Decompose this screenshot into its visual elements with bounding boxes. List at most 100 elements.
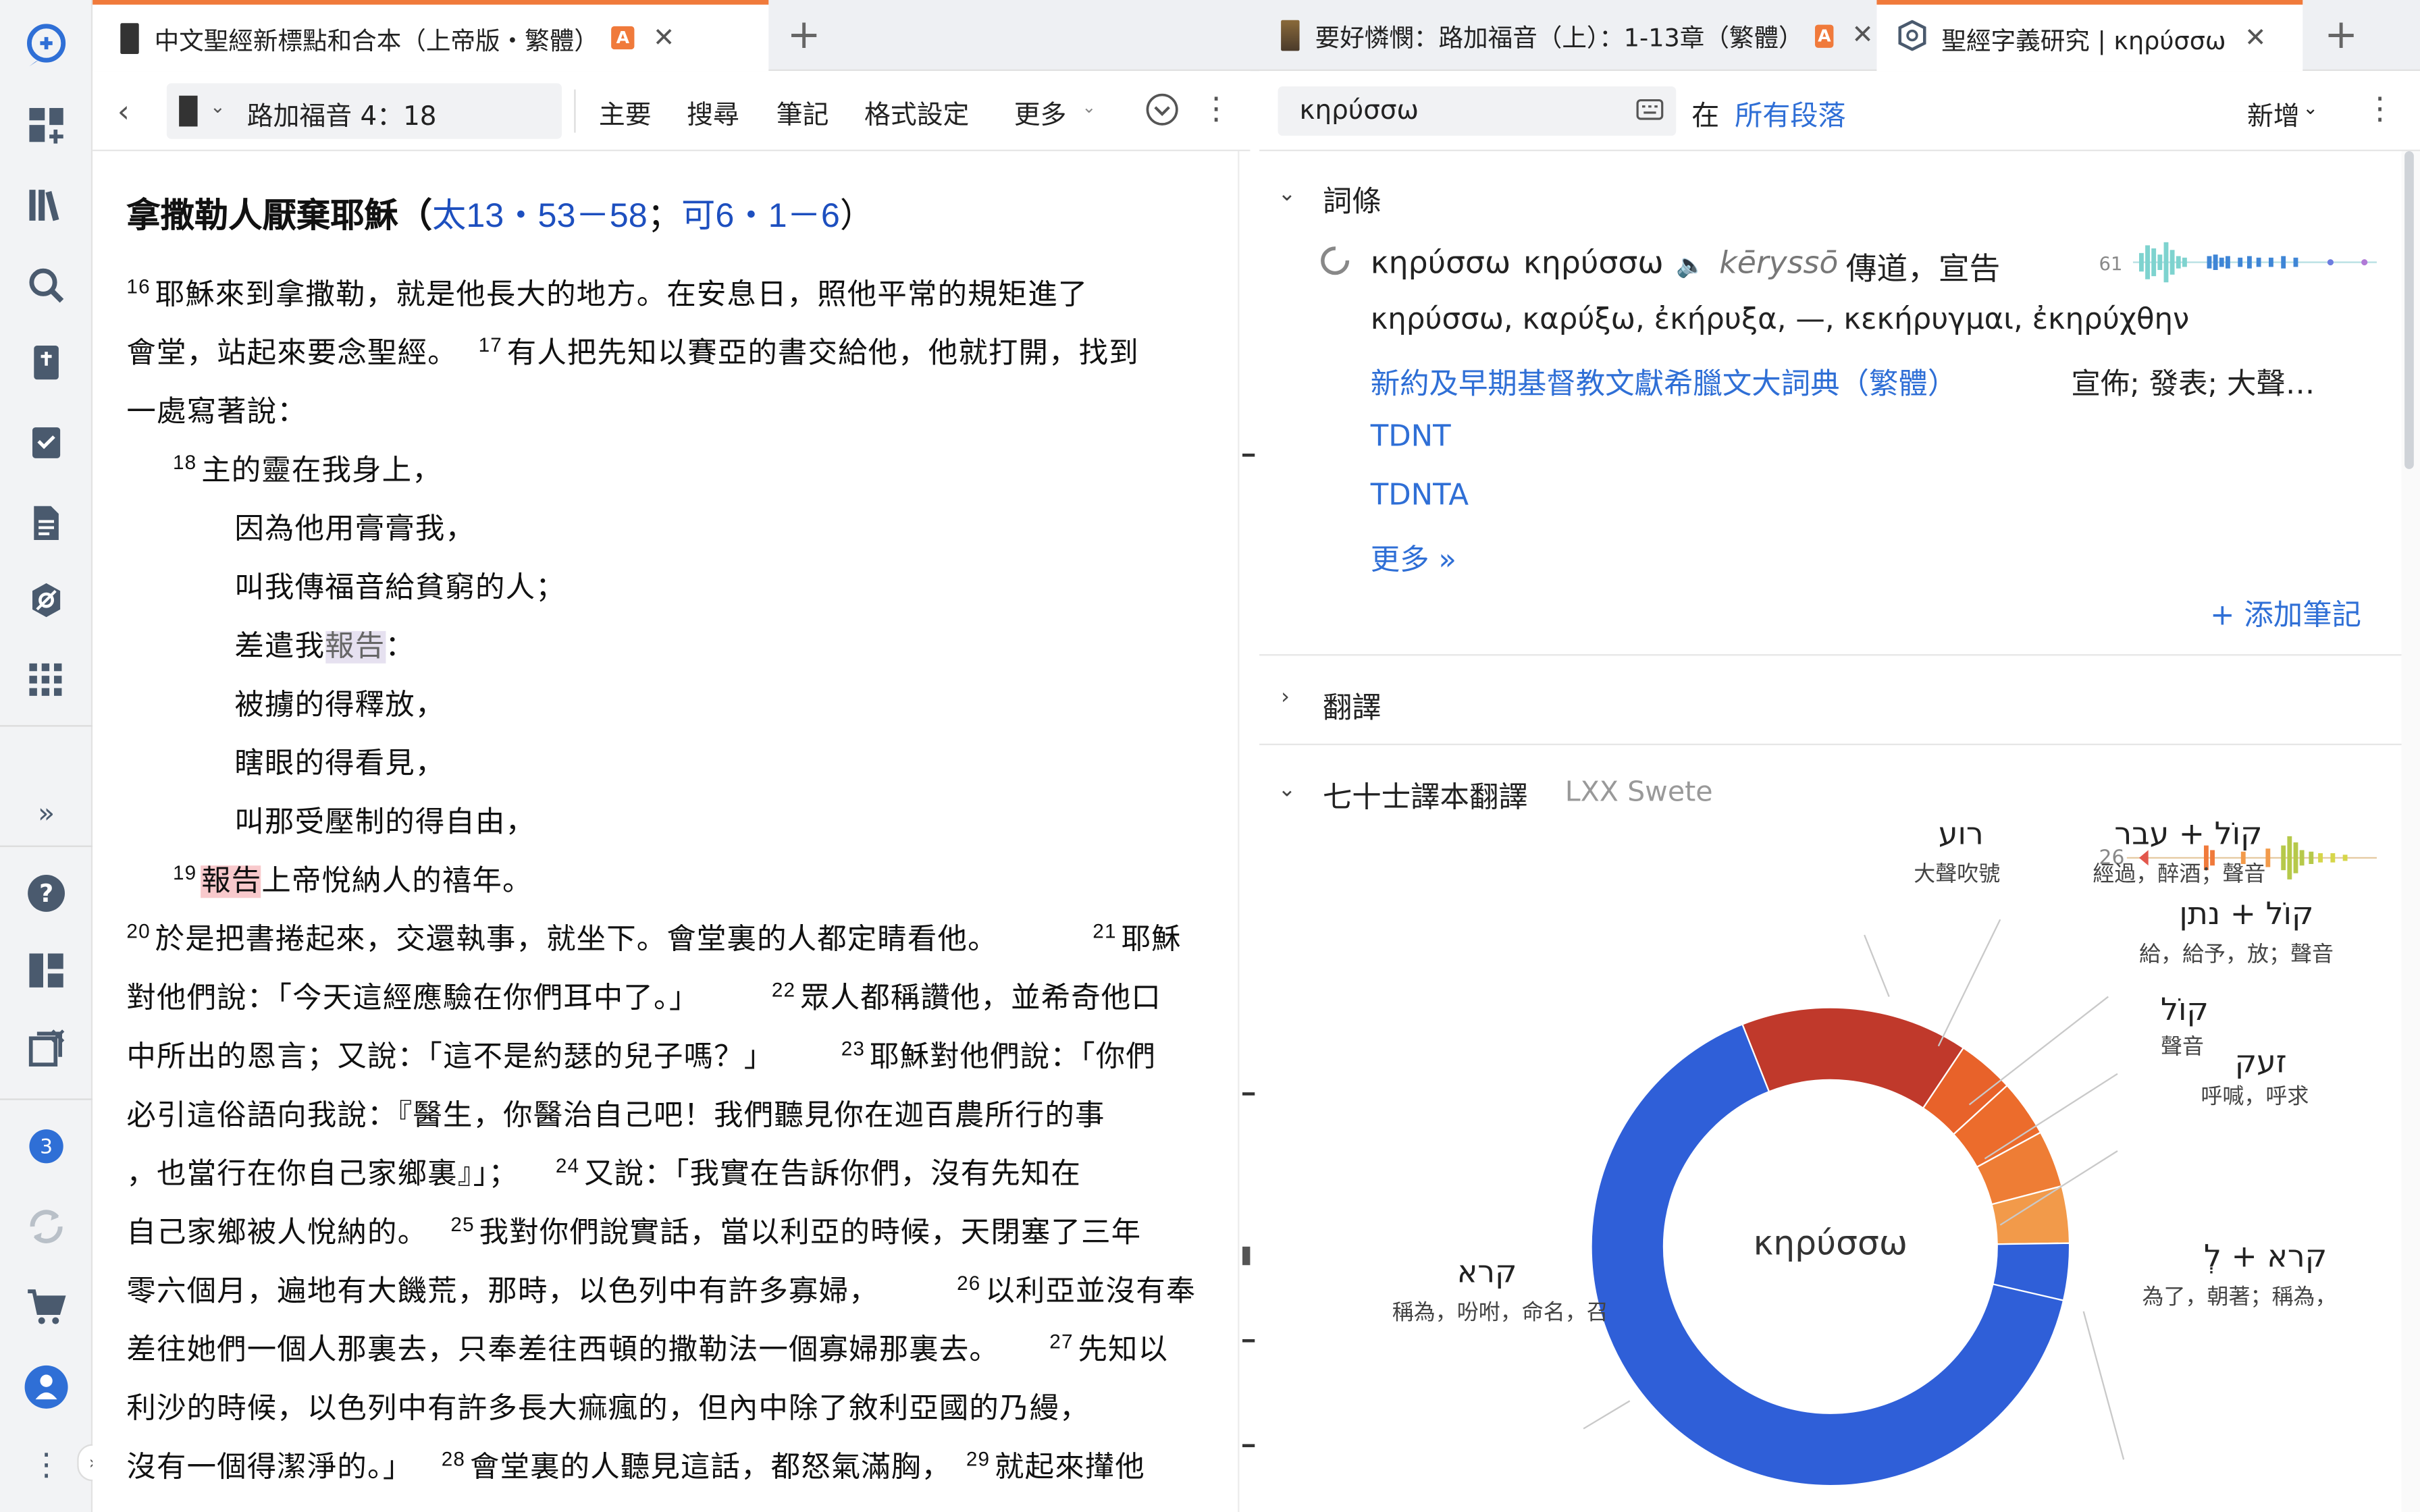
verse-24[interactable]: 24 又說：「我實在告訴你們，沒有先知在 (556, 1151, 1081, 1193)
verse-number[interactable]: 25 (450, 1212, 474, 1235)
tdnta-link[interactable]: TDNTA (1371, 479, 1469, 512)
verse-line[interactable]: 零六個月，遍地有大饑荒，那時，以色列中有許多寡婦， (126, 1268, 878, 1310)
verse-line[interactable]: 沒有一個得潔淨的。」 (126, 1444, 413, 1486)
reference-box[interactable]: ⌄ 路加福音 4：18 (166, 83, 562, 139)
legend-hebrew-label[interactable]: קרא (1457, 1253, 1517, 1290)
close-tab-icon[interactable]: ✕ (1851, 20, 1874, 51)
scope-selector[interactable]: 所有段落 (1735, 94, 1846, 134)
legend-hebrew-label[interactable]: קוֹל (2161, 990, 2209, 1027)
menu-more[interactable]: 更多 (1014, 92, 1067, 132)
verse-number[interactable]: 20 (126, 919, 150, 942)
dictionary-link[interactable]: 新約及早期基督教文獻希臘文大詞典（繁體） (1371, 361, 1957, 403)
dashboard-icon[interactable] (23, 102, 70, 148)
verse-line[interactable]: 必引這俗語向我說：『醫生，你醫治自己吧！我們聽見你在迦百農所行的事 (126, 1092, 1105, 1134)
verse-line[interactable]: 對他們說：「今天這經應驗在你們耳中了。」 (126, 975, 699, 1017)
verse-22[interactable]: 22 眾人都稱讚他，並希奇他口 (772, 975, 1161, 1017)
expand-sidebar-icon[interactable]: » (23, 790, 70, 836)
section-title-entry[interactable]: 詞條 (1323, 179, 1382, 221)
legend-hebrew-label[interactable]: זעק (2235, 1043, 2287, 1080)
reference-input[interactable]: 路加福音 4：18 (247, 94, 437, 133)
verse-number[interactable]: 26 (957, 1271, 980, 1294)
menu-format[interactable]: 格式設定 (864, 92, 969, 132)
verse-number[interactable]: 22 (772, 977, 795, 1000)
legend-hebrew-label[interactable]: קוֹל + עבר (2114, 815, 2262, 852)
more-vertical-icon[interactable]: ⋮ (23, 1441, 70, 1488)
lemma[interactable]: κηρύσσω (1371, 244, 1511, 281)
legend-hebrew-label[interactable]: קרא + לְ (2204, 1237, 2327, 1274)
verse-line[interactable]: 叫我傳福音給貧窮的人； (234, 565, 565, 607)
highlight[interactable]: 報告 (325, 631, 386, 664)
verse-number[interactable]: 24 (556, 1154, 579, 1177)
close-tab-icon[interactable]: ✕ (653, 22, 675, 53)
layout-icon[interactable] (23, 947, 70, 994)
verse-line[interactable]: 一處寫著說： (126, 389, 307, 431)
verse-number[interactable]: 28 (442, 1447, 465, 1469)
verse-line[interactable]: ，也當行在你自己家鄉裏』」； (126, 1151, 519, 1193)
verse-number[interactable]: 27 (1049, 1330, 1073, 1353)
add-note-button[interactable]: + 添加筆記 (2210, 593, 2361, 634)
library-icon[interactable] (23, 182, 70, 229)
verse-number[interactable]: 23 (841, 1036, 865, 1059)
legend-hebrew-label[interactable]: רוע (1939, 815, 1984, 852)
document-icon[interactable] (23, 500, 70, 547)
help-icon[interactable]: ? (23, 870, 70, 917)
tab-bible[interactable]: 中文聖經新標點和合本（上帝版・繁體） A ✕ (93, 0, 769, 72)
verse-number[interactable]: 17 (479, 333, 502, 356)
apps-grid-icon[interactable] (23, 657, 70, 704)
verse-26[interactable]: 26 以利亞並沒有奉 (957, 1268, 1196, 1310)
verse-line[interactable]: 因為他用膏膏我， (234, 506, 475, 548)
verse-line[interactable]: 差遣我報告： (234, 623, 415, 665)
tab-commentary[interactable]: 要好憐憫：路加福音（上）：1-13章（繁體） A ✕ (1259, 0, 1874, 71)
verse-line[interactable]: 自己家鄉被人悅納的。 (126, 1210, 427, 1251)
verse-line[interactable]: 差往她們一個人那裏去，只奉差往西頓的撒勒法一個寡婦那裏去。 (126, 1327, 999, 1369)
verse-29[interactable]: 29 就起來攆他 (966, 1444, 1145, 1486)
search-icon[interactable] (23, 263, 70, 309)
back-icon[interactable]: ‹ (117, 92, 130, 130)
collapse-chevron-icon[interactable]: ⌄ (1278, 182, 1296, 207)
expand-chevron-icon[interactable]: › (1281, 685, 1290, 710)
shield-icon[interactable] (23, 577, 70, 624)
search-input[interactable]: κηρύσσω (1300, 96, 1419, 127)
verse-line[interactable]: 被擄的得釋放， (234, 682, 445, 724)
verse-line[interactable]: 叫那受壓制的得自由， (234, 799, 535, 841)
sync-circle-icon[interactable] (1145, 92, 1179, 132)
new-tab-icon[interactable]: + (2324, 12, 2358, 59)
notifications-badge-icon[interactable]: 3 (23, 1123, 70, 1170)
cart-icon[interactable] (23, 1284, 70, 1330)
section-title-translation[interactable]: 翻譯 (1323, 685, 1382, 727)
verse-line[interactable]: 會堂，站起來要念聖經。 (126, 330, 457, 372)
tab-word-study[interactable]: 聖經字義研究 | κηρύσσω ✕ (1876, 0, 2303, 72)
search-field[interactable]: κηρύσσω (1278, 86, 1677, 136)
verse-25[interactable]: 25 我對你們說實話，當以利亞的時候，天閉塞了三年 (450, 1210, 1141, 1251)
reader-scrollbar[interactable] (1238, 151, 1260, 1512)
verse-line[interactable]: 中所出的恩言；又說：「這不是約瑟的兒子嗎？」 (126, 1033, 774, 1075)
verse-number[interactable]: 19 (173, 861, 196, 884)
sync-icon[interactable] (23, 1204, 70, 1250)
close-panels-icon[interactable] (23, 1025, 70, 1071)
verse-number[interactable]: 21 (1093, 919, 1116, 942)
tdnt-link[interactable]: TDNT (1371, 420, 1451, 454)
menu-notes[interactable]: 筆記 (777, 92, 829, 132)
new-tab-icon[interactable]: + (787, 12, 821, 59)
verse-number[interactable]: 18 (173, 450, 196, 473)
verse-21[interactable]: 21 耶穌 (1093, 917, 1181, 959)
verse-19[interactable]: 19 報告上帝悅納人的禧年。 (173, 858, 533, 900)
cross-reference-link[interactable]: 太13・53－58 (432, 196, 648, 234)
more-vertical-icon[interactable]: ⋮ (2365, 90, 2396, 127)
verse-number[interactable]: 16 (126, 274, 150, 297)
verse-17[interactable]: 17 有人把先知以賽亞的書交給他，他就打開，找到 (479, 330, 1139, 372)
donut-slice[interactable] (1741, 1006, 1965, 1110)
scroll-thumb[interactable] (1242, 1246, 1251, 1266)
verse-28[interactable]: 28 會堂裏的人聽見這話，都怒氣滿胸， (442, 1444, 951, 1486)
section-title-lxx[interactable]: 七十士譯本翻譯 (1323, 774, 1528, 816)
legend-hebrew-label[interactable]: קוֹל + נתן (2179, 895, 2313, 932)
verse-16[interactable]: 16 耶穌來到拿撒勒，就是他長大的地方。在安息日，照他平常的規矩進了 (126, 271, 1088, 313)
verse-18[interactable]: 18 主的靈在我身上， (173, 448, 442, 489)
app-logo-icon[interactable] (23, 22, 70, 68)
keyboard-icon[interactable] (1636, 97, 1664, 126)
panel-scrollbar[interactable] (2401, 151, 2420, 1512)
verse-27[interactable]: 27 先知以 (1049, 1327, 1168, 1369)
verse-line[interactable]: 利沙的時候，以色列中有許多長大痲瘋的，但內中除了敘利亞國的乃縵， (126, 1386, 1089, 1428)
more-link[interactable]: 更多 » (1371, 537, 1456, 578)
highlight[interactable]: 報告 (201, 865, 262, 898)
